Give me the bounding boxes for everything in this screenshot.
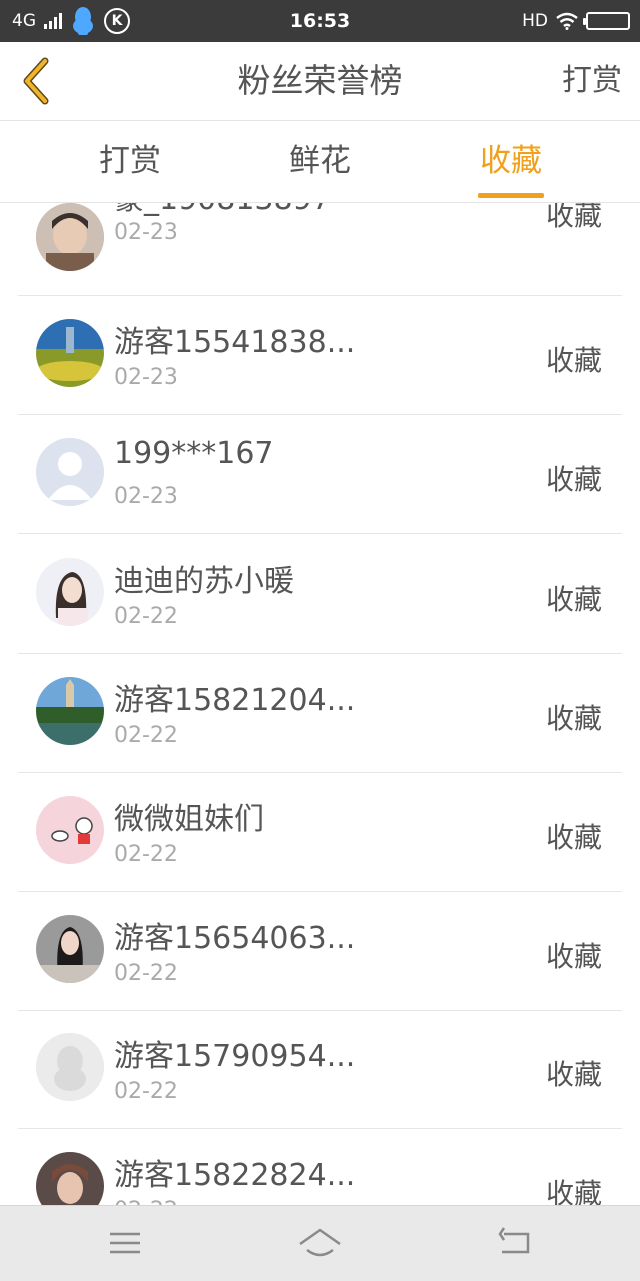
favorite-date: 02-22 [114,1079,178,1104]
user-avatar [36,1033,104,1101]
avatar-image [36,1152,104,1205]
user-avatar [36,558,104,626]
gift-type: 收藏 [545,1058,602,1091]
network-type: 4G [12,11,36,31]
list-item[interactable]: 游客15822824... 02-22 收藏 [18,1128,622,1205]
wifi-icon [556,12,578,30]
tab-favorites[interactable]: 收藏 [461,121,561,202]
user-name: 游客15822824... [114,1158,356,1193]
user-avatar [36,796,104,864]
battery-icon [583,12,630,30]
user-name: 游客15821204... [114,683,356,718]
gift-type: 收藏 [545,702,602,735]
favorite-date: 02-22 [114,1198,178,1205]
user-avatar [36,319,104,387]
user-avatar [36,1152,104,1205]
default-avatar-icon [36,438,104,506]
user-name: 迪迪的苏小暖 [114,564,294,599]
active-tab-indicator [478,193,544,198]
avatar-image [36,203,104,271]
tab-reward[interactable]: 打赏 [80,121,180,202]
favorite-date: 02-22 [114,604,178,629]
user-name: 微微姐妹们 [114,802,264,837]
favorite-date: 02-23 [114,484,178,509]
avatar-image [36,915,104,983]
list-item[interactable]: 迪迪的苏小暖 02-22 收藏 [18,534,622,654]
tab-bar: 打赏 鲜花 收藏 [0,121,640,203]
list-item[interactable]: 游客15541838... 02-23 收藏 [18,295,622,415]
reward-button[interactable]: 打赏 [562,42,622,120]
gift-type: 收藏 [545,583,602,616]
user-name: 199***167 [114,436,274,471]
back-icon[interactable] [490,1220,540,1266]
list-item[interactable]: 游客15790954... 02-22 收藏 [18,1009,622,1129]
user-name: 游客15654063... [114,921,356,956]
favorite-date: 02-22 [114,961,178,986]
favorite-date: 02-22 [114,842,178,867]
avatar-image [36,319,104,387]
page-title: 粉丝荣誉榜 [237,61,403,100]
user-avatar [36,438,104,506]
gift-type: 收藏 [545,463,602,496]
hd-indicator: HD [522,11,548,31]
user-name: 豪_190813897 [114,203,331,218]
back-arrow-icon[interactable] [14,56,64,106]
user-avatar [36,677,104,745]
signal-icon [44,13,62,29]
user-avatar [36,915,104,983]
user-name: 游客15790954... [114,1039,356,1074]
default-qq-avatar-icon [36,1033,104,1101]
list-item[interactable]: 豪_190813897 02-23 收藏 [18,203,622,296]
gift-type: 收藏 [545,203,602,232]
list-item[interactable]: 199***167 02-23 收藏 [18,414,622,534]
user-name: 游客15541838... [114,325,356,360]
favorite-date: 02-23 [114,365,178,390]
user-avatar [36,203,104,271]
gift-type: 收藏 [545,821,602,854]
fan-list: 豪_190813897 02-23 收藏 游客15541838... 02-23… [0,203,640,1205]
list-item[interactable]: 游客15821204... 02-22 收藏 [18,653,622,773]
system-nav-bar [0,1205,640,1281]
avatar-image [36,796,104,864]
status-bar: 4G K 16:53 HD [0,0,640,42]
menu-icon[interactable] [100,1220,150,1266]
k-app-icon: K [104,8,130,34]
app-header: 粉丝荣誉榜 打赏 [0,42,640,121]
qq-penguin-icon [73,7,93,35]
avatar-image [36,677,104,745]
favorite-date: 02-23 [114,220,178,245]
gift-type: 收藏 [545,344,602,377]
list-item[interactable]: 游客15654063... 02-22 收藏 [18,891,622,1011]
avatar-image [36,558,104,626]
home-icon[interactable] [295,1220,345,1266]
tab-flowers[interactable]: 鲜花 [270,121,370,202]
list-item[interactable]: 微微姐妹们 02-22 收藏 [18,772,622,892]
gift-type: 收藏 [545,940,602,973]
favorite-date: 02-22 [114,723,178,748]
gift-type: 收藏 [545,1177,602,1205]
